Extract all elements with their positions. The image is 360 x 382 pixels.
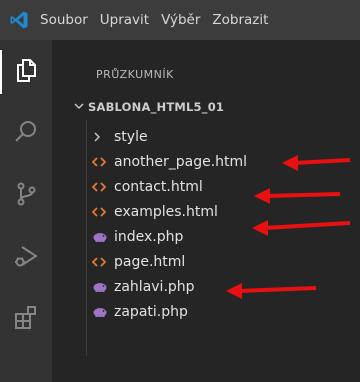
arrow-icon: [252, 220, 351, 236]
arrow-icon: [254, 188, 341, 204]
annotation-arrows: [226, 155, 351, 299]
arrow-icon: [226, 283, 317, 299]
arrow-icon: [282, 155, 351, 171]
